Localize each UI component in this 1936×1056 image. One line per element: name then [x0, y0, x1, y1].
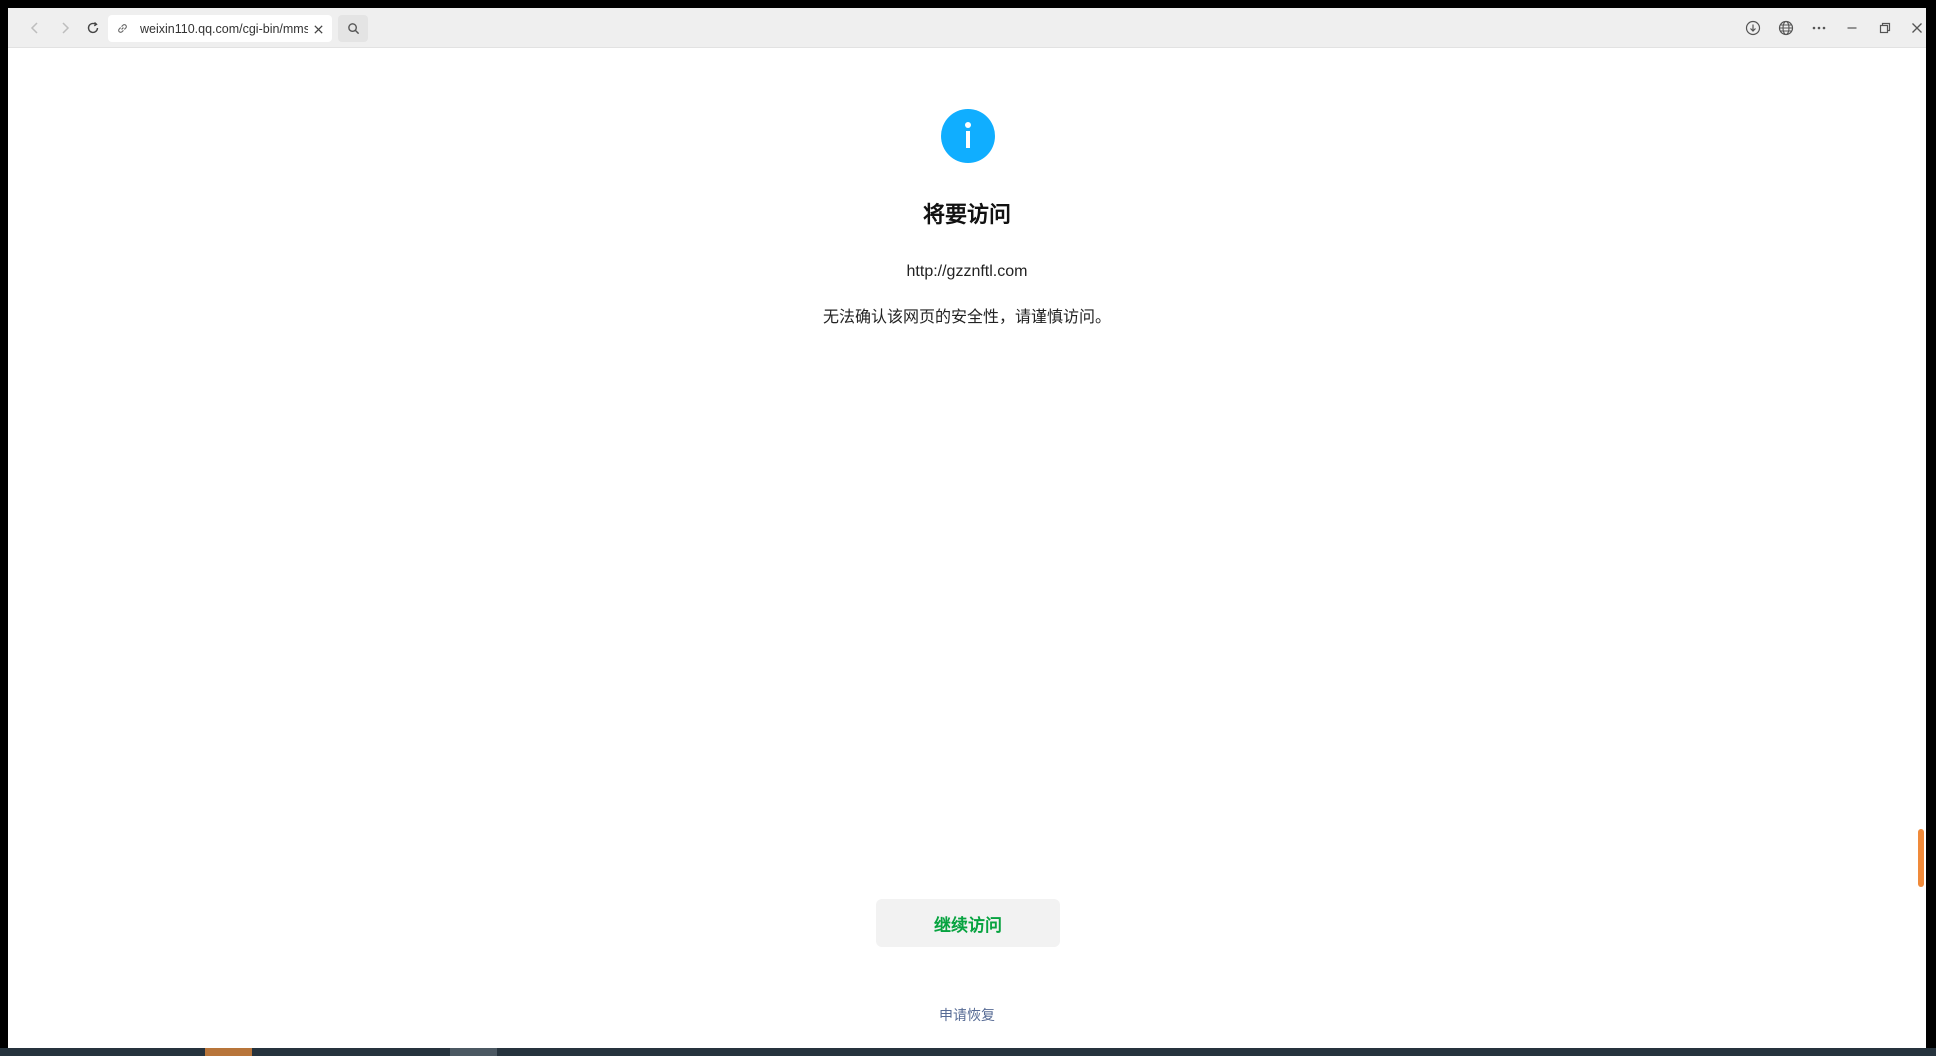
- forward-button[interactable]: [52, 16, 78, 40]
- restore-button[interactable]: [1872, 16, 1898, 40]
- taskbar-item[interactable]: [205, 1048, 252, 1056]
- continue-visit-button[interactable]: 继续访问: [876, 899, 1060, 947]
- download-icon: [1745, 20, 1761, 36]
- back-button[interactable]: [22, 16, 48, 40]
- clear-icon: [313, 24, 323, 34]
- close-button[interactable]: [1904, 16, 1926, 40]
- minimize-button[interactable]: [1839, 16, 1865, 40]
- search-button[interactable]: [338, 15, 368, 42]
- globe-icon: [1778, 20, 1794, 36]
- warning-text: 无法确认该网页的安全性，请谨慎访问。: [822, 307, 1111, 326]
- address-bar[interactable]: weixin110.qq.com/cgi-bin/mmspamsupport-b…: [108, 15, 332, 42]
- download-button[interactable]: [1740, 16, 1766, 40]
- search-icon: [347, 23, 359, 35]
- page-title: 将要访问: [922, 203, 1011, 228]
- taskbar: [0, 1048, 1936, 1056]
- taskbar-item[interactable]: [450, 1048, 497, 1056]
- appeal-link: 申请恢复: [8, 1005, 1926, 1025]
- back-icon: [30, 22, 38, 34]
- forward-icon: [62, 22, 70, 34]
- reload-button[interactable]: [80, 16, 106, 40]
- more-icon: [1812, 26, 1826, 30]
- browser-window: weixin110.qq.com/cgi-bin/mmspamsupport-b…: [8, 8, 1926, 1048]
- clear-address-button[interactable]: [310, 21, 326, 37]
- restore-icon: [1879, 22, 1891, 34]
- more-button[interactable]: [1806, 16, 1832, 40]
- link-icon: [116, 21, 132, 37]
- page-content: 将要访问 http://gzznftl.com 无法确认该网页的安全性，请谨慎访…: [8, 49, 1926, 1048]
- minimize-icon: [1847, 27, 1857, 29]
- apply-restore-link[interactable]: 申请恢复: [939, 1008, 995, 1024]
- scrollbar-thumb[interactable]: [1918, 829, 1924, 887]
- reload-icon: [87, 21, 99, 34]
- info-icon: [941, 109, 995, 163]
- translate-button[interactable]: [1773, 16, 1799, 40]
- address-url: weixin110.qq.com/cgi-bin/mmspamsupport-b…: [140, 21, 308, 36]
- close-icon: [1912, 23, 1922, 33]
- target-url: http://gzznftl.com: [906, 263, 1028, 280]
- browser-toolbar: weixin110.qq.com/cgi-bin/mmspamsupport-b…: [8, 8, 1926, 48]
